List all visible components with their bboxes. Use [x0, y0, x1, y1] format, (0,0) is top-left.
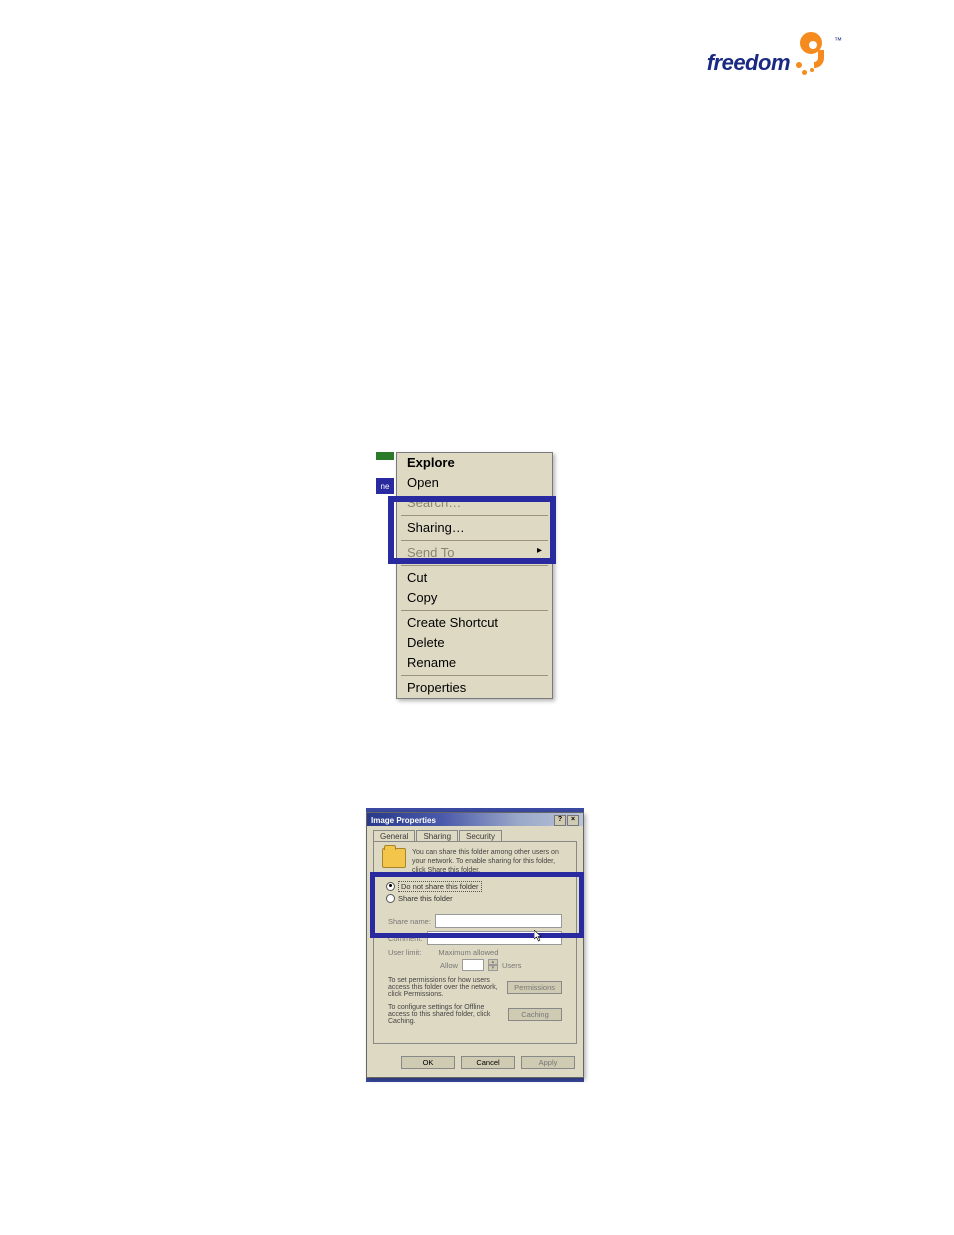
allow-users-spinner[interactable]	[462, 959, 484, 971]
caching-help-text: To configure settings for Offline access…	[388, 1004, 502, 1025]
users-label: Users	[502, 961, 522, 970]
share-name-input[interactable]	[435, 914, 562, 928]
submenu-arrow-icon: ▸	[537, 545, 542, 556]
max-allowed-label: Maximum allowed	[438, 948, 498, 957]
menu-item-sendto-label: Send To	[407, 545, 454, 560]
share-name-label: Share name:	[388, 917, 431, 926]
menu-item-explore[interactable]: Explore	[397, 453, 552, 473]
apply-button[interactable]: Apply	[521, 1056, 575, 1069]
menu-separator	[401, 610, 548, 611]
dialog-tabs: General Sharing Security	[373, 830, 583, 841]
tab-panel-sharing: You can share this folder among other us…	[373, 841, 577, 1044]
properties-dialog: Image Properties ? × General Sharing Sec…	[366, 812, 584, 1078]
ok-button[interactable]: OK	[401, 1056, 455, 1069]
dialog-titlebar: Image Properties ? ×	[367, 813, 583, 826]
tab-security[interactable]: Security	[459, 830, 502, 841]
radio-do-not-share-label: Do not share this folder	[398, 881, 482, 892]
brand-logo: freedom ™	[707, 32, 842, 76]
menu-item-sendto[interactable]: Send To ▸	[397, 543, 552, 563]
radio-share-folder[interactable]: Share this folder	[386, 894, 568, 903]
folder-share-icon	[382, 848, 406, 868]
menu-item-sharing[interactable]: Sharing…	[397, 518, 552, 538]
sharing-description: You can share this folder among other us…	[412, 848, 568, 875]
radio-icon	[386, 894, 395, 903]
permissions-button[interactable]: Permissions	[507, 981, 562, 994]
share-settings-group: Share name: Comment: User limit: Maximum…	[382, 907, 568, 1035]
spinner-buttons[interactable]: ▴▾	[488, 959, 498, 971]
tab-sharing[interactable]: Sharing	[416, 830, 458, 841]
titlebar-help-icon[interactable]: ?	[554, 815, 566, 826]
radio-share-folder-label: Share this folder	[398, 894, 453, 903]
figure-side-tab: ne	[376, 478, 394, 494]
permissions-help-text: To set permissions for how users access …	[388, 977, 501, 998]
menu-separator	[401, 515, 548, 516]
menu-separator	[401, 565, 548, 566]
user-limit-group: User limit: Maximum allowed Allow ▴▾ Us	[388, 948, 562, 971]
radio-do-not-share[interactable]: Do not share this folder	[386, 881, 568, 892]
figure-corner-green	[376, 452, 394, 460]
dialog-button-row: OK Cancel Apply	[367, 1050, 583, 1077]
caching-button[interactable]: Caching	[508, 1008, 562, 1021]
user-limit-label: User limit:	[388, 948, 421, 957]
menu-item-rename[interactable]: Rename	[397, 653, 552, 673]
figure-bottom-edge	[366, 1078, 584, 1082]
context-menu: Explore Open Search… Sharing… Send To ▸ …	[396, 452, 553, 699]
menu-item-create-shortcut[interactable]: Create Shortcut	[397, 613, 552, 633]
menu-separator	[401, 540, 548, 541]
comment-input[interactable]	[427, 931, 562, 945]
properties-dialog-figure: Image Properties ? × General Sharing Sec…	[366, 808, 584, 1082]
menu-item-cut[interactable]: Cut	[397, 568, 552, 588]
tab-general[interactable]: General	[373, 830, 415, 841]
menu-item-copy[interactable]: Copy	[397, 588, 552, 608]
radio-icon	[386, 882, 395, 891]
cancel-button[interactable]: Cancel	[461, 1056, 515, 1069]
menu-item-delete[interactable]: Delete	[397, 633, 552, 653]
dialog-title: Image Properties	[371, 816, 436, 825]
context-menu-figure: ne Explore Open Search… Sharing… Send To…	[396, 452, 553, 699]
menu-item-properties[interactable]: Properties	[397, 678, 552, 698]
menu-item-search[interactable]: Search…	[397, 493, 552, 513]
brand-tm: ™	[834, 36, 842, 45]
brand-nine-icon	[794, 32, 832, 76]
allow-label: Allow	[440, 961, 458, 970]
brand-text: freedom	[707, 50, 790, 76]
menu-separator	[401, 675, 548, 676]
comment-label: Comment:	[388, 934, 423, 943]
menu-item-open[interactable]: Open	[397, 473, 552, 493]
titlebar-close-icon[interactable]: ×	[567, 815, 579, 826]
